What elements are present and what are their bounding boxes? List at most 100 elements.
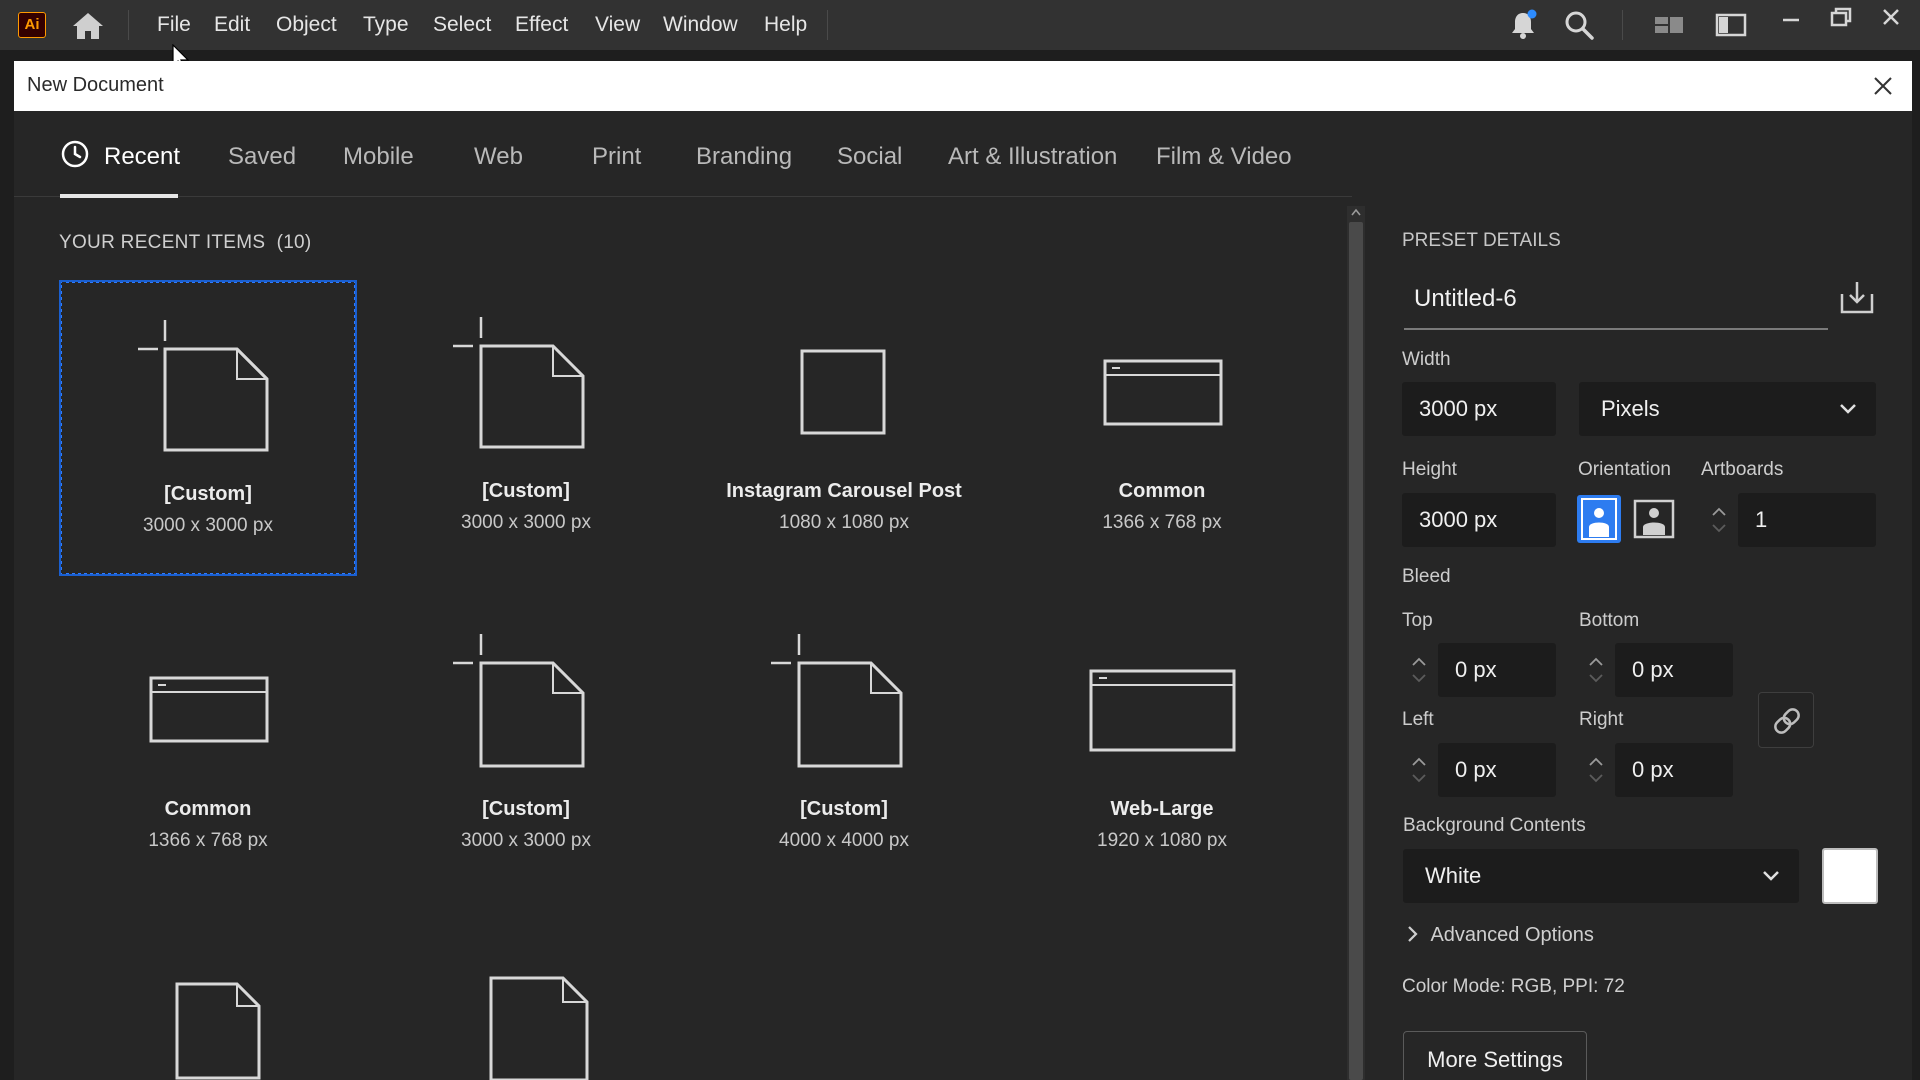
landscape-icon [1633,499,1675,539]
bleed-top-stepper[interactable] [1402,643,1436,697]
recent-item-card[interactable]: Instagram Carousel Post 1080 x 1080 px [695,280,993,576]
custom-doc-icon [771,634,903,768]
bleed-bottom-stepper[interactable] [1579,643,1613,697]
bleed-right-input[interactable]: 0 px [1615,743,1733,797]
portrait-icon [1581,498,1617,540]
artboards-label: Artboards [1701,459,1784,480]
web-doc-icon [149,676,269,743]
recent-item-card[interactable]: Common 1366 x 768 px [1013,280,1311,576]
menu-file[interactable]: File [157,11,191,39]
recent-item-size: 1366 x 768 px [1102,512,1222,533]
tab-art-illustration[interactable]: Art & Illustration [948,141,1117,173]
tab-recent[interactable]: Recent [104,141,180,173]
advanced-options-label: Advanced Options [1430,924,1594,946]
bleed-left-input[interactable]: 0 px [1438,743,1556,797]
bleed-left-stepper[interactable] [1402,743,1436,797]
tab-social[interactable]: Social [837,141,902,173]
recent-item-name: [Custom] [482,798,570,820]
dialog-title: New Document [27,74,164,96]
recent-item-card[interactable]: [Custom] 3000 x 3000 px [377,598,675,894]
recent-item-name: [Custom] [482,480,570,502]
custom-doc-icon [138,320,269,452]
background-contents-label: Background Contents [1403,815,1586,836]
close-icon[interactable] [1870,73,1896,99]
menu-type[interactable]: Type [363,11,409,39]
preset-tabs: Recent Saved Mobile Web Print Branding S… [14,111,1352,198]
bleed-top-input[interactable]: 0 px [1438,643,1556,697]
link-bleed-button[interactable] [1758,692,1814,748]
menu-help[interactable]: Help [764,11,807,39]
menu-object[interactable]: Object [276,11,337,39]
bleed-bottom-label: Bottom [1579,610,1640,631]
minimize-window-icon[interactable] [1774,4,1808,32]
recent-item-size: 1080 x 1080 px [779,512,909,533]
recent-item-name: Web-Large [1110,798,1214,820]
home-icon[interactable] [68,10,108,42]
bleed-right-stepper[interactable] [1579,743,1613,797]
workspace-layout-icon[interactable] [1652,8,1686,42]
menu-separator [827,10,828,40]
notifications-bell-icon[interactable] [1506,8,1540,42]
recent-item-card[interactable]: [Custom] 4000 x 4000 px [695,598,993,894]
bleed-right-label: Right [1579,709,1624,730]
active-tab-indicator [60,194,178,198]
tab-saved[interactable]: Saved [228,141,296,173]
search-icon[interactable] [1562,8,1596,42]
background-color-swatch[interactable] [1822,848,1878,904]
background-contents-dropdown[interactable]: White [1403,849,1799,903]
tab-branding[interactable]: Branding [696,141,792,173]
artboards-input[interactable]: 1 [1738,493,1876,547]
chevron-down-icon [1763,871,1779,881]
height-label: Height [1402,459,1457,480]
close-window-icon[interactable] [1874,4,1908,32]
link-icon [1774,708,1800,734]
portrait-doc-icon [489,976,589,1080]
landscape-orientation-button[interactable] [1632,495,1676,543]
recent-items-heading: YOUR RECENT ITEMS (10) [59,232,312,254]
panel-toggle-icon[interactable] [1714,8,1748,42]
recent-item-size: 4000 x 4000 px [779,830,909,851]
tab-mobile[interactable]: Mobile [343,141,414,173]
menu-select[interactable]: Select [433,11,491,39]
square-doc-icon [800,349,886,435]
color-mode-info: Color Mode: RGB, PPI: 72 [1402,976,1625,997]
recent-item-card[interactable] [59,960,357,1080]
more-settings-button[interactable]: More Settings [1403,1031,1587,1080]
menu-effect[interactable]: Effect [515,11,568,39]
menu-window[interactable]: Window [663,11,738,39]
recent-scrollbar-thumb[interactable] [1349,222,1363,1080]
menu-edit[interactable]: Edit [214,11,250,39]
web-doc-icon [1103,359,1223,426]
illustrator-logo: Ai [18,12,46,38]
tab-print[interactable]: Print [592,141,641,173]
portrait-doc-icon [175,982,261,1080]
chevron-down-icon [1840,404,1856,414]
portrait-orientation-button[interactable] [1577,495,1621,543]
artboards-stepper[interactable] [1702,493,1736,547]
menu-view[interactable]: View [595,11,640,39]
recent-item-card[interactable]: Common 1366 x 768 px [59,598,357,894]
background-contents-value: White [1425,863,1482,888]
height-input[interactable]: 3000 px [1402,493,1556,547]
bleed-left-label: Left [1402,709,1434,730]
tab-web[interactable]: Web [474,141,523,173]
width-input[interactable]: 3000 px [1402,382,1556,436]
web-doc-icon [1089,669,1236,752]
recent-item-card[interactable]: [Custom] 3000 x 3000 px [377,280,675,576]
recent-items-title: YOUR RECENT ITEMS [59,232,266,253]
tab-film-video[interactable]: Film & Video [1156,141,1292,173]
recent-item-card[interactable]: [Custom] 3000 x 3000 px [59,280,357,576]
recent-item-name: Common [1118,480,1206,502]
document-name-input[interactable]: Untitled-6 [1404,278,1828,330]
scroll-up-arrow-icon[interactable] [1349,206,1363,220]
recent-item-card[interactable] [377,960,675,1080]
restore-window-icon[interactable] [1824,4,1858,32]
recent-item-size: 3000 x 3000 px [461,512,591,533]
advanced-options-toggle[interactable]: Advanced Options [1406,924,1594,947]
save-preset-icon[interactable] [1836,276,1878,318]
recent-item-size: 1920 x 1080 px [1097,830,1227,851]
recent-item-card[interactable]: Web-Large 1920 x 1080 px [1013,598,1311,894]
units-dropdown[interactable]: Pixels [1579,382,1876,436]
custom-doc-icon [453,634,585,768]
bleed-bottom-input[interactable]: 0 px [1615,643,1733,697]
